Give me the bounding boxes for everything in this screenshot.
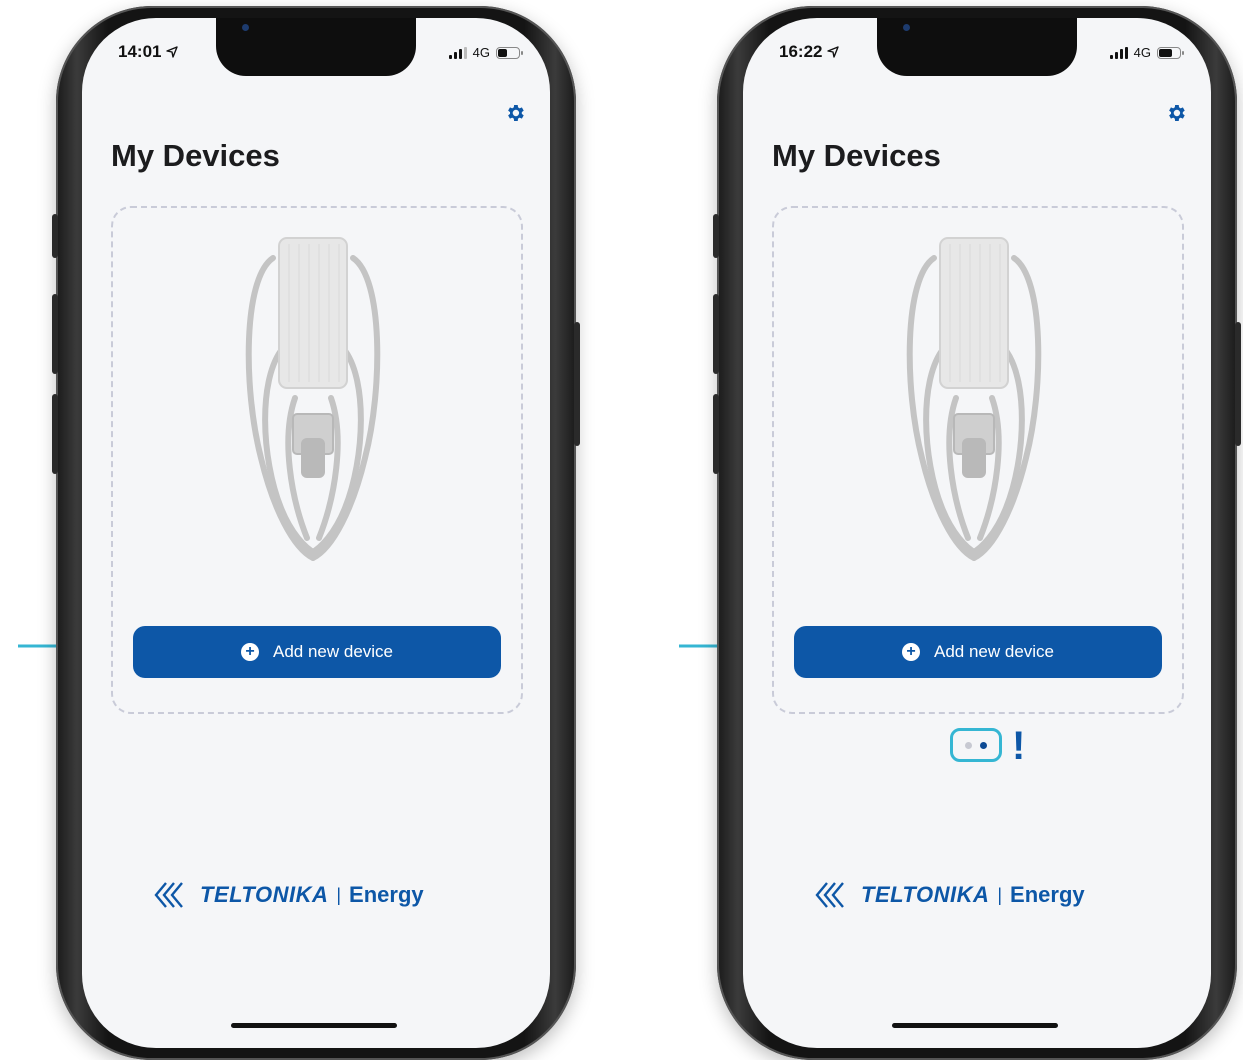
phone-frame-left: 14:01 4G My Devices + Add new device TEL… bbox=[52, 6, 580, 1060]
signal-icon bbox=[448, 46, 467, 59]
logo-separator: | bbox=[336, 884, 342, 905]
location-arrow-icon bbox=[827, 46, 839, 58]
logo-separator: | bbox=[997, 884, 1003, 905]
page-title: My Devices bbox=[772, 138, 941, 173]
add-new-device-button[interactable]: + Add new device bbox=[794, 626, 1162, 678]
page-dot-1[interactable] bbox=[965, 741, 972, 749]
teltonika-logo-icon bbox=[154, 882, 183, 908]
status-indicators: 4G bbox=[448, 45, 523, 60]
page-title: My Devices bbox=[111, 138, 280, 173]
signal-icon bbox=[1109, 46, 1128, 59]
plus-circle-icon: + bbox=[901, 643, 920, 661]
logo-brand: TELTONIKA bbox=[200, 882, 329, 907]
status-time: 16:22 bbox=[779, 42, 839, 62]
logo-product: Energy bbox=[1010, 882, 1085, 907]
phone-frame-right: 16:22 4G My Devices + Add new device TEL… bbox=[713, 6, 1241, 1060]
location-arrow-icon bbox=[166, 46, 178, 58]
add-new-device-button[interactable]: + Add new device bbox=[133, 626, 501, 678]
teltonika-logo-icon bbox=[815, 882, 844, 908]
empty-device-card: + Add new device bbox=[772, 206, 1184, 714]
gear-icon[interactable] bbox=[504, 102, 526, 124]
front-camera bbox=[903, 24, 910, 31]
notch bbox=[216, 18, 416, 76]
teltonika-energy-logo: TELTONIKA | Energy bbox=[813, 878, 1143, 912]
home-indicator[interactable] bbox=[892, 1023, 1058, 1028]
page-dot-2[interactable] bbox=[980, 741, 987, 749]
page-indicator[interactable] bbox=[950, 728, 1002, 762]
app-screen: 16:22 4G My Devices + Add new device TEL… bbox=[743, 18, 1211, 1048]
notch bbox=[877, 18, 1077, 76]
logo-product: Energy bbox=[349, 882, 424, 907]
front-camera bbox=[242, 24, 249, 31]
add-new-device-label: Add new device bbox=[272, 642, 394, 661]
empty-device-card: + Add new device bbox=[111, 206, 523, 714]
add-new-device-label: Add new device bbox=[933, 642, 1055, 661]
battery-icon bbox=[496, 46, 523, 59]
logo-brand: TELTONIKA bbox=[861, 882, 990, 907]
gear-icon[interactable] bbox=[1165, 102, 1187, 124]
ev-charger-image bbox=[906, 237, 1042, 561]
home-indicator[interactable] bbox=[231, 1023, 397, 1028]
teltonika-energy-logo: TELTONIKA | Energy bbox=[152, 878, 482, 912]
annotation-exclamation: ! bbox=[1012, 724, 1026, 768]
battery-icon bbox=[1157, 46, 1184, 59]
network-type: 4G bbox=[1133, 45, 1151, 60]
plus-circle-icon: + bbox=[240, 643, 259, 661]
status-indicators: 4G bbox=[1109, 45, 1184, 60]
network-type: 4G bbox=[472, 45, 490, 60]
ev-charger-image bbox=[245, 237, 381, 561]
app-screen: 14:01 4G My Devices + Add new device TEL… bbox=[82, 18, 550, 1048]
status-time: 14:01 bbox=[118, 42, 178, 62]
